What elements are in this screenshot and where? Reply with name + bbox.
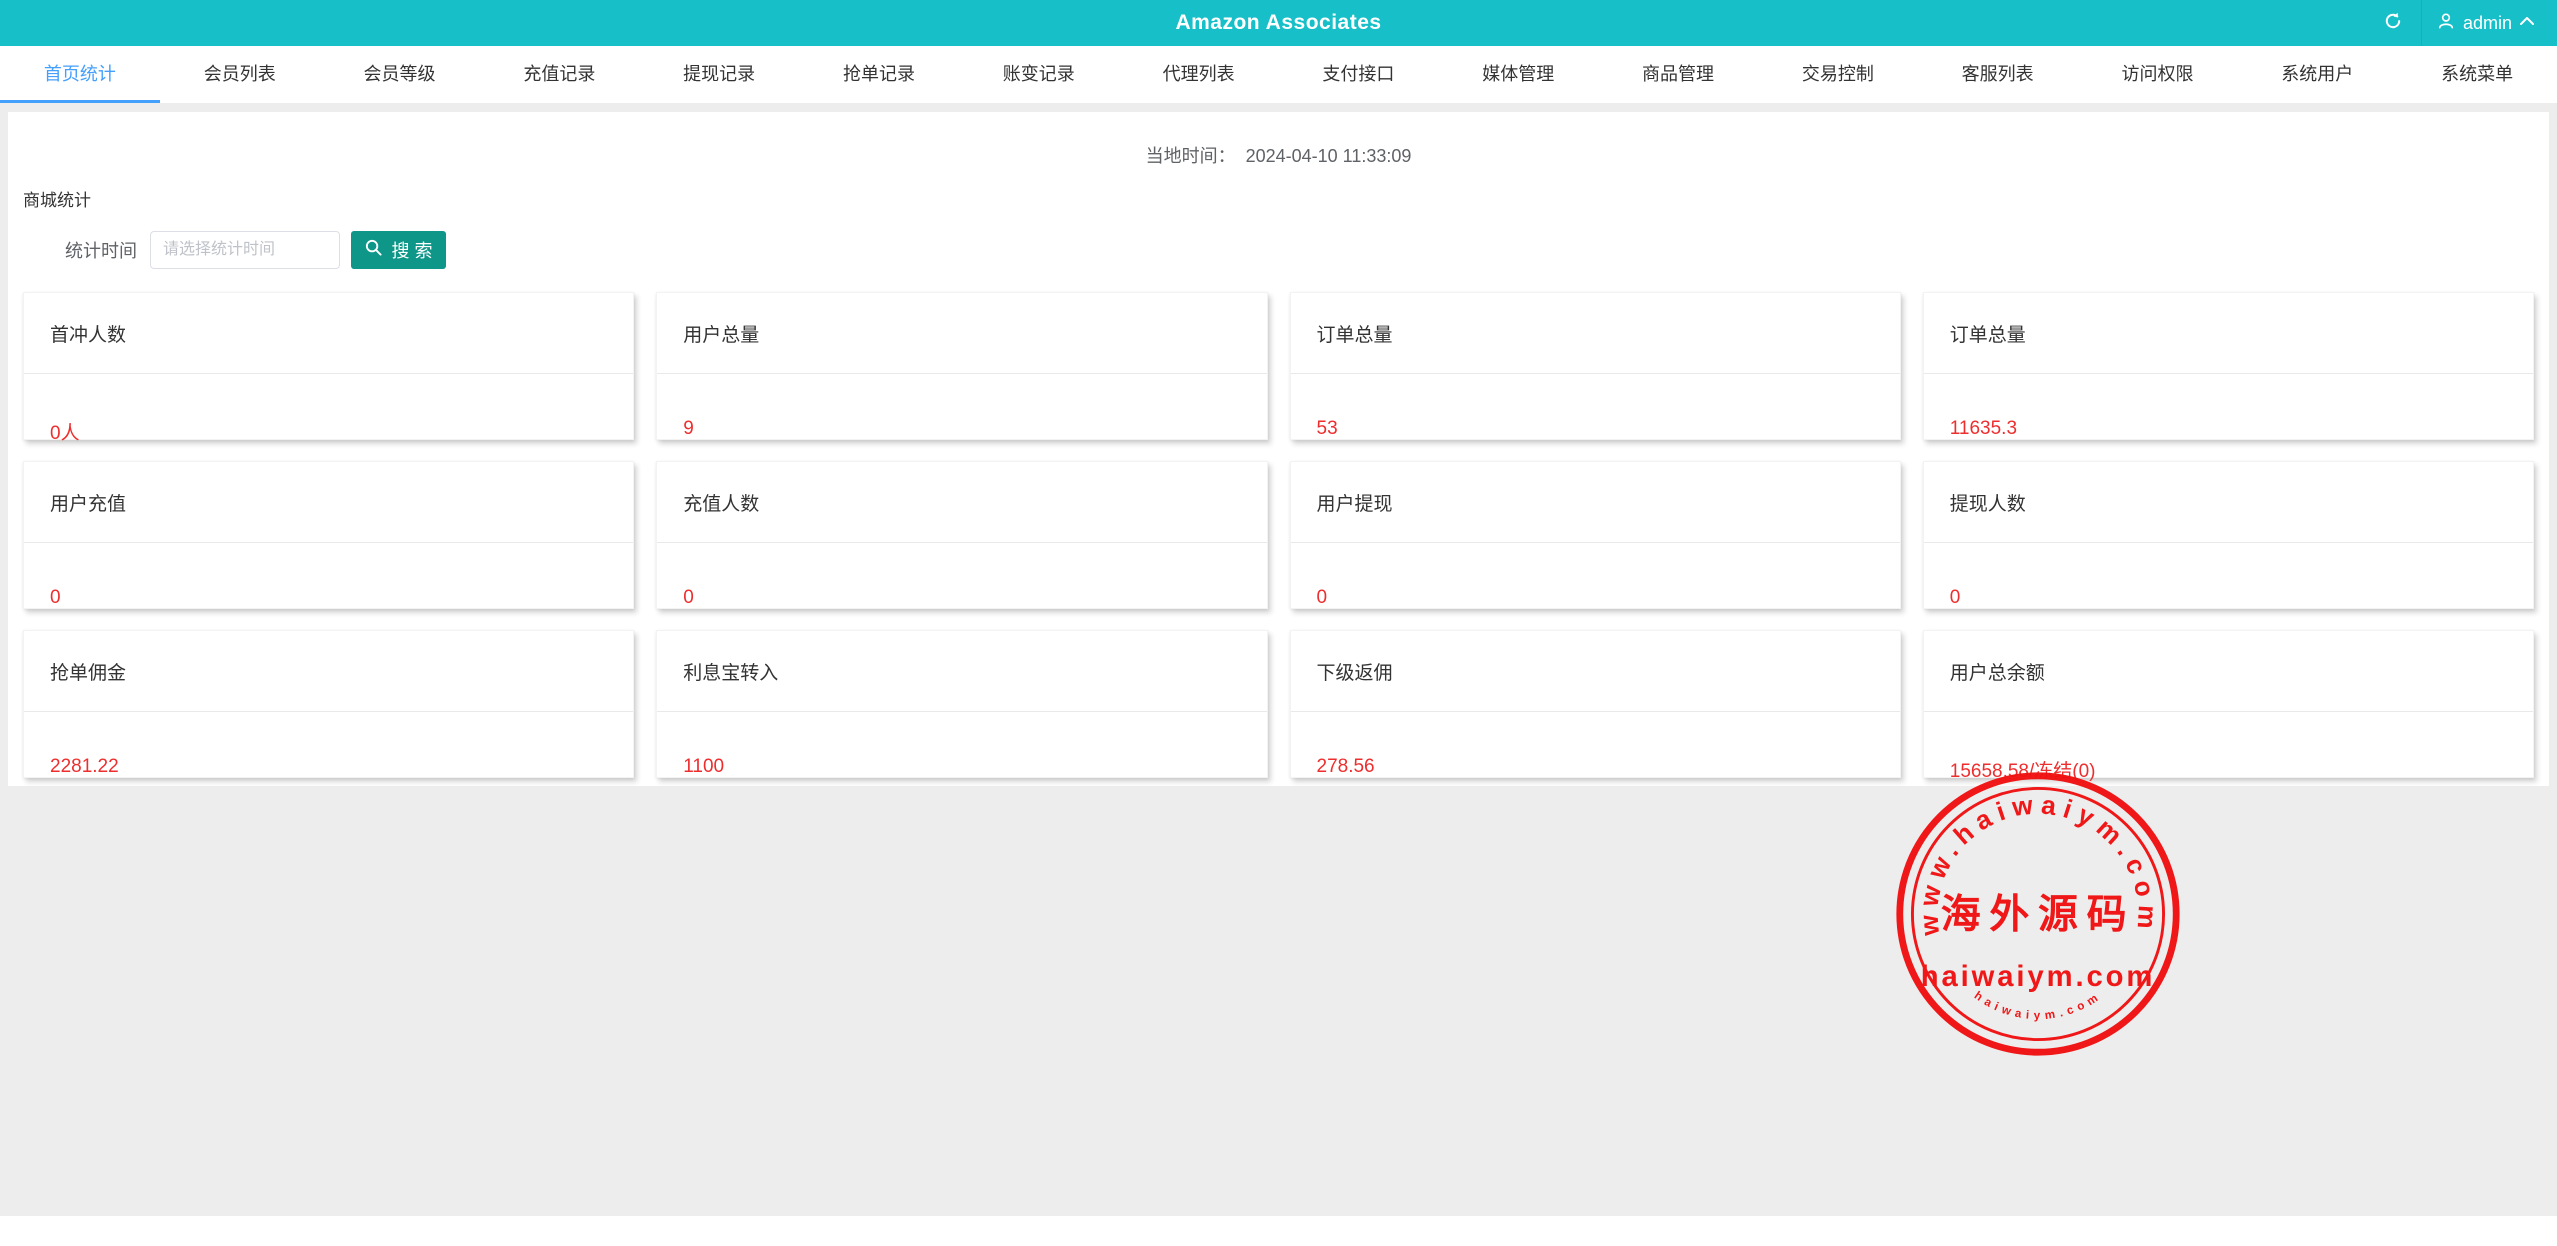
stat-card-total-users: 用户总量 9 bbox=[656, 292, 1267, 440]
tab-balance-change-records[interactable]: 账变记录 bbox=[959, 46, 1119, 103]
stat-card-interest-transfer-in: 利息宝转入 1100 bbox=[656, 630, 1267, 778]
stat-card-total-orders: 订单总量 53 bbox=[1290, 292, 1901, 440]
tab-system-menu[interactable]: 系统菜单 bbox=[2397, 46, 2557, 103]
stat-card-title: 订单总量 bbox=[1924, 293, 2533, 374]
stat-card-value: 0 bbox=[24, 587, 633, 609]
svg-text:www.haiwaiym.com: www.haiwaiym.com bbox=[1913, 789, 2163, 938]
tab-withdraw-records[interactable]: 提现记录 bbox=[639, 46, 799, 103]
stat-card-title: 用户总量 bbox=[657, 293, 1266, 374]
stat-time-input[interactable] bbox=[150, 231, 340, 269]
search-button[interactable]: 搜 索 bbox=[351, 231, 446, 269]
chevron-up-icon bbox=[2519, 14, 2535, 32]
stat-card-user-recharge: 用户充值 0 bbox=[23, 461, 634, 609]
tab-media-management[interactable]: 媒体管理 bbox=[1438, 46, 1598, 103]
stat-card-user-withdraw: 用户提现 0 bbox=[1290, 461, 1901, 609]
local-time-row: 当地时间： 2024-04-10 11:33:09 bbox=[8, 112, 2549, 168]
stat-card-title: 首冲人数 bbox=[24, 293, 633, 374]
refresh-icon bbox=[2383, 11, 2403, 36]
watermark-center-cn-text: 海外源码 bbox=[1941, 892, 2136, 938]
stat-card-title: 抢单佣金 bbox=[24, 631, 633, 712]
stat-card-first-recharge-users: 首冲人数 0人 bbox=[23, 292, 634, 440]
filter-row: 统计时间 搜 索 bbox=[8, 231, 2549, 269]
stat-card-value: 53 bbox=[1291, 418, 1900, 440]
tab-access-rights[interactable]: 访问权限 bbox=[2078, 46, 2238, 103]
stat-card-title: 用户充值 bbox=[24, 462, 633, 543]
stat-card-title: 用户提现 bbox=[1291, 462, 1900, 543]
user-menu[interactable]: admin bbox=[2422, 0, 2549, 46]
stat-card-value: 2281.22 bbox=[24, 756, 633, 778]
stat-card-value: 9 bbox=[657, 418, 1266, 440]
local-time-label: 当地时间： bbox=[1146, 146, 1236, 166]
stat-card-title: 下级返佣 bbox=[1291, 631, 1900, 712]
tab-member-list[interactable]: 会员列表 bbox=[160, 46, 320, 103]
stat-card-value: 11635.3 bbox=[1924, 418, 2533, 440]
stat-card-total-order-amount: 订单总量 11635.3 bbox=[1923, 292, 2534, 440]
filter-label: 统计时间 bbox=[65, 237, 137, 263]
watermark-center-en-text: haiwaiym.com bbox=[1921, 961, 2156, 993]
page: Amazon Associates admin bbox=[0, 0, 2557, 1246]
stat-card-recharge-users: 充值人数 0 bbox=[656, 461, 1267, 609]
bottom-strip bbox=[0, 1216, 2557, 1246]
search-button-label: 搜 索 bbox=[391, 237, 432, 263]
stat-card-value: 0 bbox=[657, 587, 1266, 609]
stat-card-value: 0 bbox=[1291, 587, 1900, 609]
stat-card-title: 用户总余额 bbox=[1924, 631, 2533, 712]
topbar: Amazon Associates admin bbox=[0, 0, 2557, 46]
stat-card-grab-commission: 抢单佣金 2281.22 bbox=[23, 630, 634, 778]
stat-card-title: 提现人数 bbox=[1924, 462, 2533, 543]
topbar-right: admin bbox=[2365, 0, 2549, 46]
tab-trade-control[interactable]: 交易控制 bbox=[1758, 46, 1918, 103]
tab-member-level[interactable]: 会员等级 bbox=[320, 46, 480, 103]
watermark-inner-ring bbox=[1912, 788, 2163, 1039]
section-title: 商城统计 bbox=[8, 186, 2549, 211]
content-panel: 当地时间： 2024-04-10 11:33:09 商城统计 统计时间 搜 索 首… bbox=[8, 112, 2549, 786]
tab-service-list[interactable]: 客服列表 bbox=[1918, 46, 2078, 103]
watermark-outer-ring bbox=[1900, 776, 2176, 1052]
gray-gap bbox=[0, 103, 2557, 112]
tab-system-users[interactable]: 系统用户 bbox=[2237, 46, 2397, 103]
watermark-arc-top-text: www.haiwaiym.com bbox=[1913, 789, 2163, 938]
stat-card-value: 15658.58/冻结(0) bbox=[1924, 756, 2533, 783]
stats-grid: 首冲人数 0人 用户总量 9 订单总量 53 订单总量 11635.3 用户充值… bbox=[23, 292, 2534, 778]
stat-card-value: 0人 bbox=[24, 418, 633, 445]
local-time-value: 2024-04-10 11:33:09 bbox=[1246, 146, 1412, 166]
username-label: admin bbox=[2463, 13, 2512, 34]
magnifier-icon bbox=[364, 238, 383, 262]
watermark-arc-bottom-text: haiwaiym.com bbox=[1972, 989, 2104, 1022]
tab-home-stats[interactable]: 首页统计 bbox=[0, 46, 160, 103]
stat-card-withdraw-users: 提现人数 0 bbox=[1923, 461, 2534, 609]
tab-order-grab-records[interactable]: 抢单记录 bbox=[799, 46, 959, 103]
tab-payment-interface[interactable]: 支付接口 bbox=[1279, 46, 1439, 103]
stat-card-title: 利息宝转入 bbox=[657, 631, 1266, 712]
stat-card-total-user-balance: 用户总余额 15658.58/冻结(0) bbox=[1923, 630, 2534, 778]
app-title: Amazon Associates bbox=[0, 11, 2557, 35]
stat-card-value: 1100 bbox=[657, 756, 1266, 778]
stat-card-value: 278.56 bbox=[1291, 756, 1900, 778]
stat-card-subordinate-rebate: 下级返佣 278.56 bbox=[1290, 630, 1901, 778]
stat-card-value: 0 bbox=[1924, 587, 2533, 609]
tab-agent-list[interactable]: 代理列表 bbox=[1119, 46, 1279, 103]
watermark-stamp: www.haiwaiym.com 海外源码 haiwaiym.com haiwa… bbox=[1892, 768, 2184, 1060]
main-nav: 首页统计 会员列表 会员等级 充值记录 提现记录 抢单记录 账变记录 代理列表 … bbox=[0, 46, 2557, 103]
stat-card-title: 订单总量 bbox=[1291, 293, 1900, 374]
user-icon bbox=[2436, 11, 2456, 36]
tab-recharge-records[interactable]: 充值记录 bbox=[479, 46, 639, 103]
refresh-button[interactable] bbox=[2365, 0, 2421, 46]
stat-card-title: 充值人数 bbox=[657, 462, 1266, 543]
tab-product-management[interactable]: 商品管理 bbox=[1598, 46, 1758, 103]
svg-text:haiwaiym.com: haiwaiym.com bbox=[1972, 989, 2104, 1022]
